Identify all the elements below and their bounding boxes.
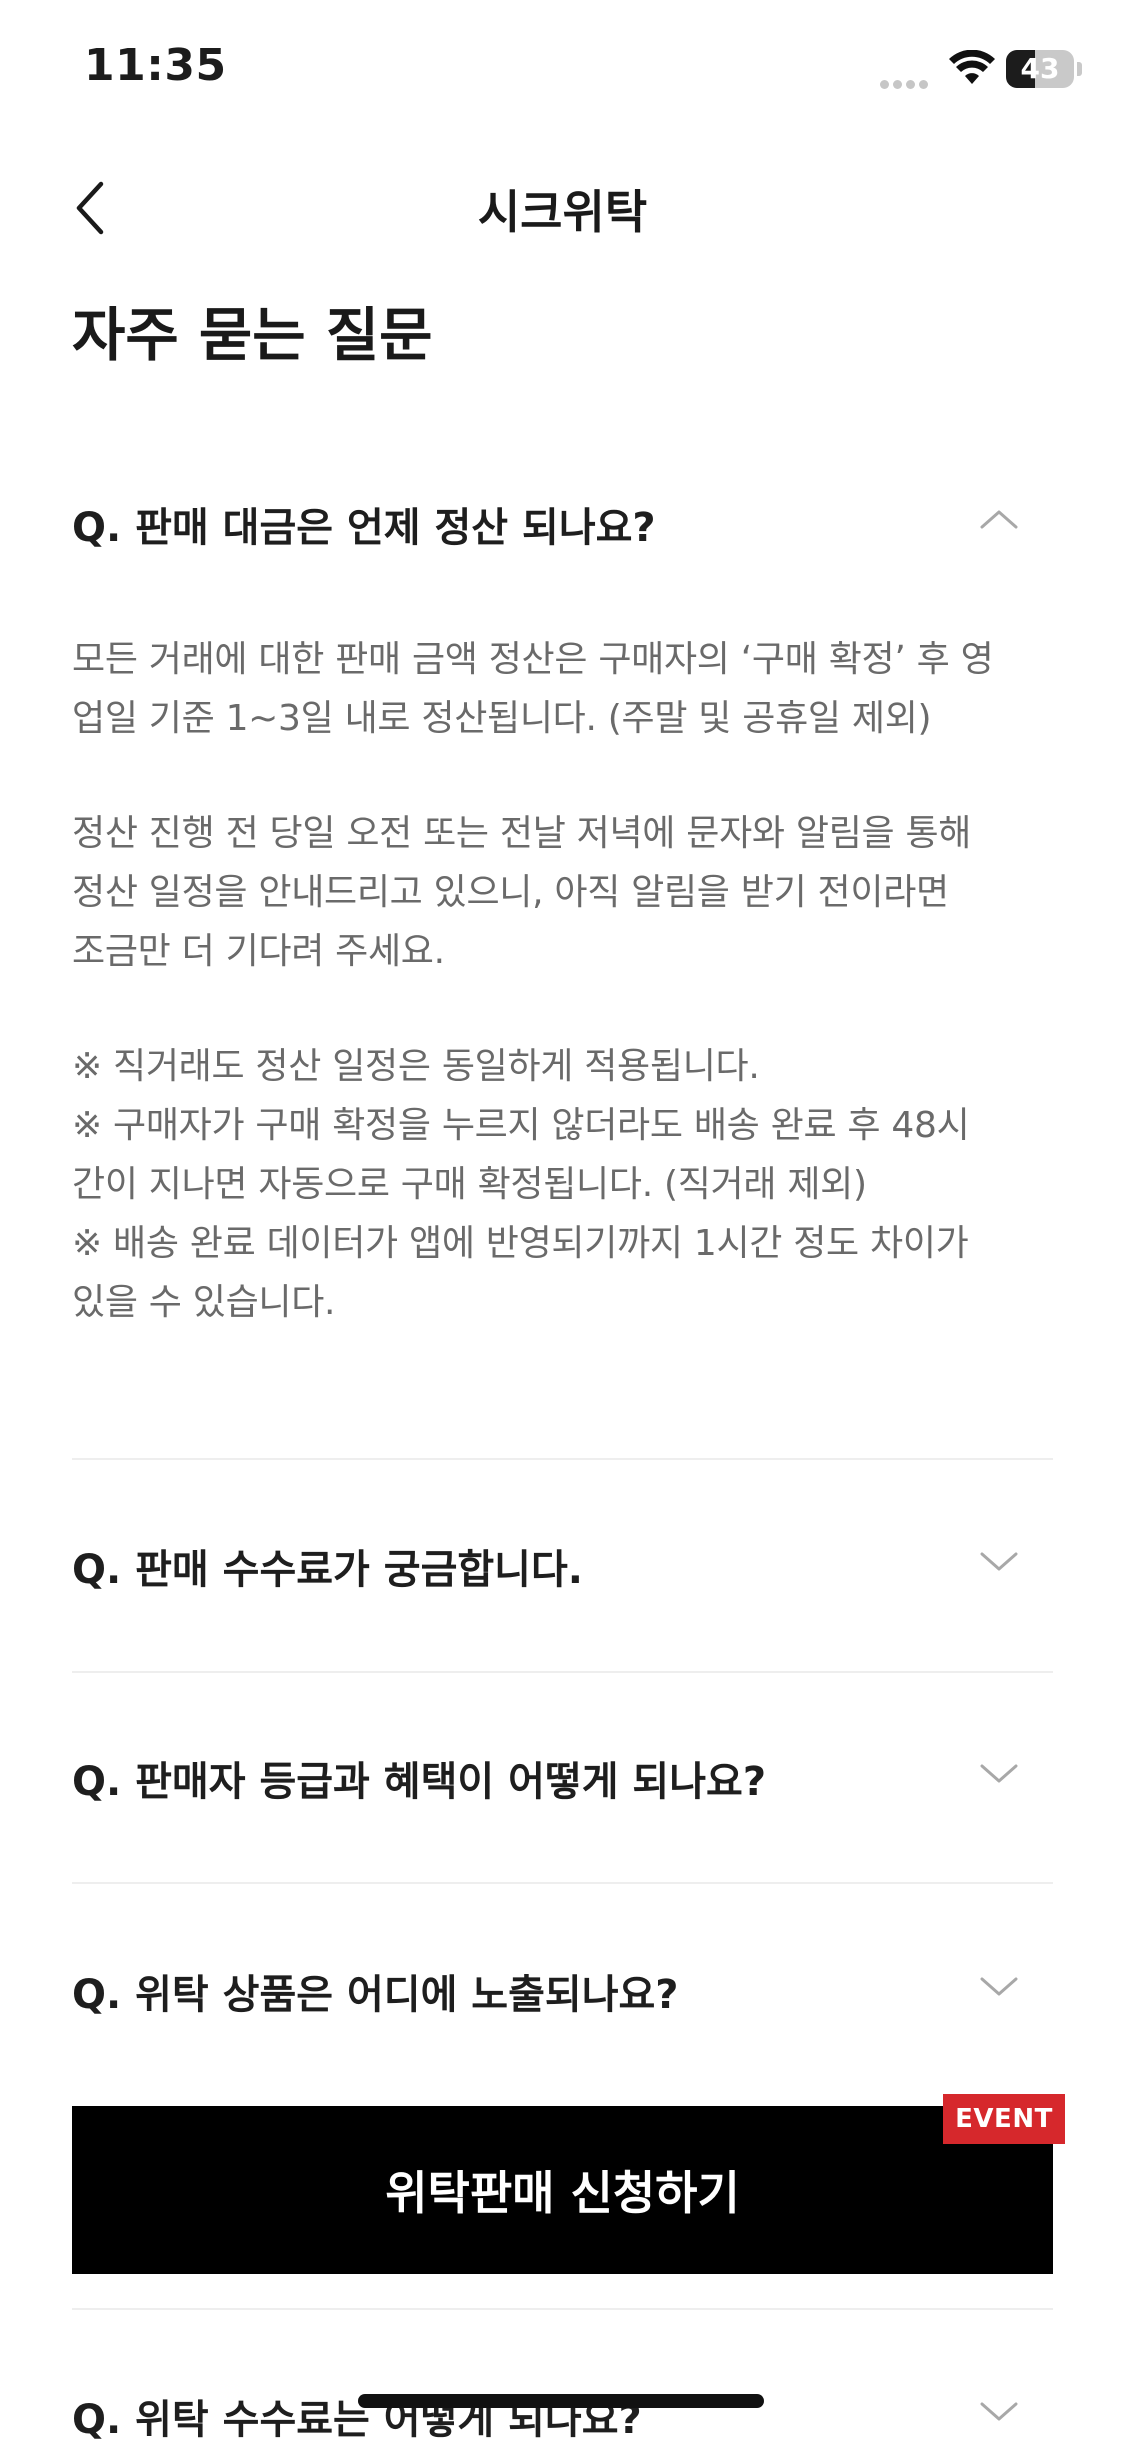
divider [72, 1671, 1053, 1673]
chevron-down-icon [980, 1552, 1018, 1571]
wifi-icon [948, 49, 996, 90]
faq-question-text: Q. 판매 수수료가 궁금합니다. [72, 1547, 583, 1593]
faq-question-text: Q. 판매 대금은 언제 정산 되나요? [72, 505, 656, 551]
answer-line: ※ 배송 완료 데이터가 앱에 반영되기까지 1시간 정도 차이가 [72, 1223, 969, 1264]
battery-icon: 43 [1006, 50, 1074, 88]
event-badge: EVENT [943, 2094, 1065, 2144]
cellular-signal-icon [880, 74, 932, 89]
status-time: 11:35 [84, 40, 227, 91]
faq-answer-1: 모든 거래에 대한 판매 금액 정산은 구매자의 ‘구매 확정’ 후 영 업일 … [72, 630, 1072, 1332]
status-bar: 11:35 43 [0, 0, 1125, 140]
faq-question-4[interactable]: Q. 위탁 상품은 어디에 노출되나요? [72, 1943, 1053, 2039]
faq-question-text: Q. 판매자 등급과 혜택이 어떻게 되나요? [72, 1759, 767, 1805]
consignment-apply-button[interactable]: 위탁판매 신청하기 [72, 2106, 1053, 2274]
nav-title: 시크위탁 [477, 185, 648, 239]
chevron-down-icon [980, 1977, 1018, 1996]
battery-level: 43 [1020, 52, 1060, 85]
faq-question-1[interactable]: Q. 판매 대금은 언제 정산 되나요? [72, 476, 1053, 572]
faq-question-2[interactable]: Q. 판매 수수료가 궁금합니다. [72, 1518, 1053, 1614]
answer-line: 있을 수 있습니다. [72, 1282, 336, 1323]
faq-question-3[interactable]: Q. 판매자 등급과 혜택이 어떻게 되나요? [72, 1730, 1053, 1826]
answer-line: ※ 구매자가 구매 확정을 누르지 않더라도 배송 완료 후 48시 [72, 1105, 970, 1146]
faq-question-text: Q. 위탁 상품은 어디에 노출되나요? [72, 1972, 679, 2018]
chevron-down-icon [980, 1764, 1018, 1783]
divider [72, 1882, 1053, 1884]
answer-line: 간이 지나면 자동으로 구매 확정됩니다. (직거래 제외) [72, 1164, 867, 1205]
chevron-down-icon [980, 2402, 1018, 2421]
page-title: 자주 묻는 질문 [72, 301, 433, 369]
home-indicator [358, 2394, 764, 2408]
navigation-bar: 시크위탁 [0, 160, 1125, 256]
chevron-up-icon [980, 510, 1018, 529]
answer-line: 업일 기준 1~3일 내로 정산됩니다. (주말 및 공휴일 제외) [72, 698, 932, 739]
answer-line: 조금만 더 기다려 주세요. [72, 931, 445, 972]
divider [72, 1458, 1053, 1460]
divider [72, 2308, 1053, 2310]
answer-line: 정산 진행 전 당일 오전 또는 전날 저녁에 문자와 알림을 통해 [72, 813, 972, 854]
answer-line: ※ 직거래도 정산 일정은 동일하게 적용됩니다. [72, 1046, 760, 1087]
faq-question-5[interactable]: Q. 위탁 수수료는 어떻게 되나요? [72, 2368, 1053, 2464]
answer-line: 정산 일정을 안내드리고 있으니, 아직 알림을 받기 전이라면 [72, 872, 949, 913]
battery-tip [1077, 62, 1082, 76]
answer-line: 모든 거래에 대한 판매 금액 정산은 구매자의 ‘구매 확정’ 후 영 [72, 639, 994, 680]
